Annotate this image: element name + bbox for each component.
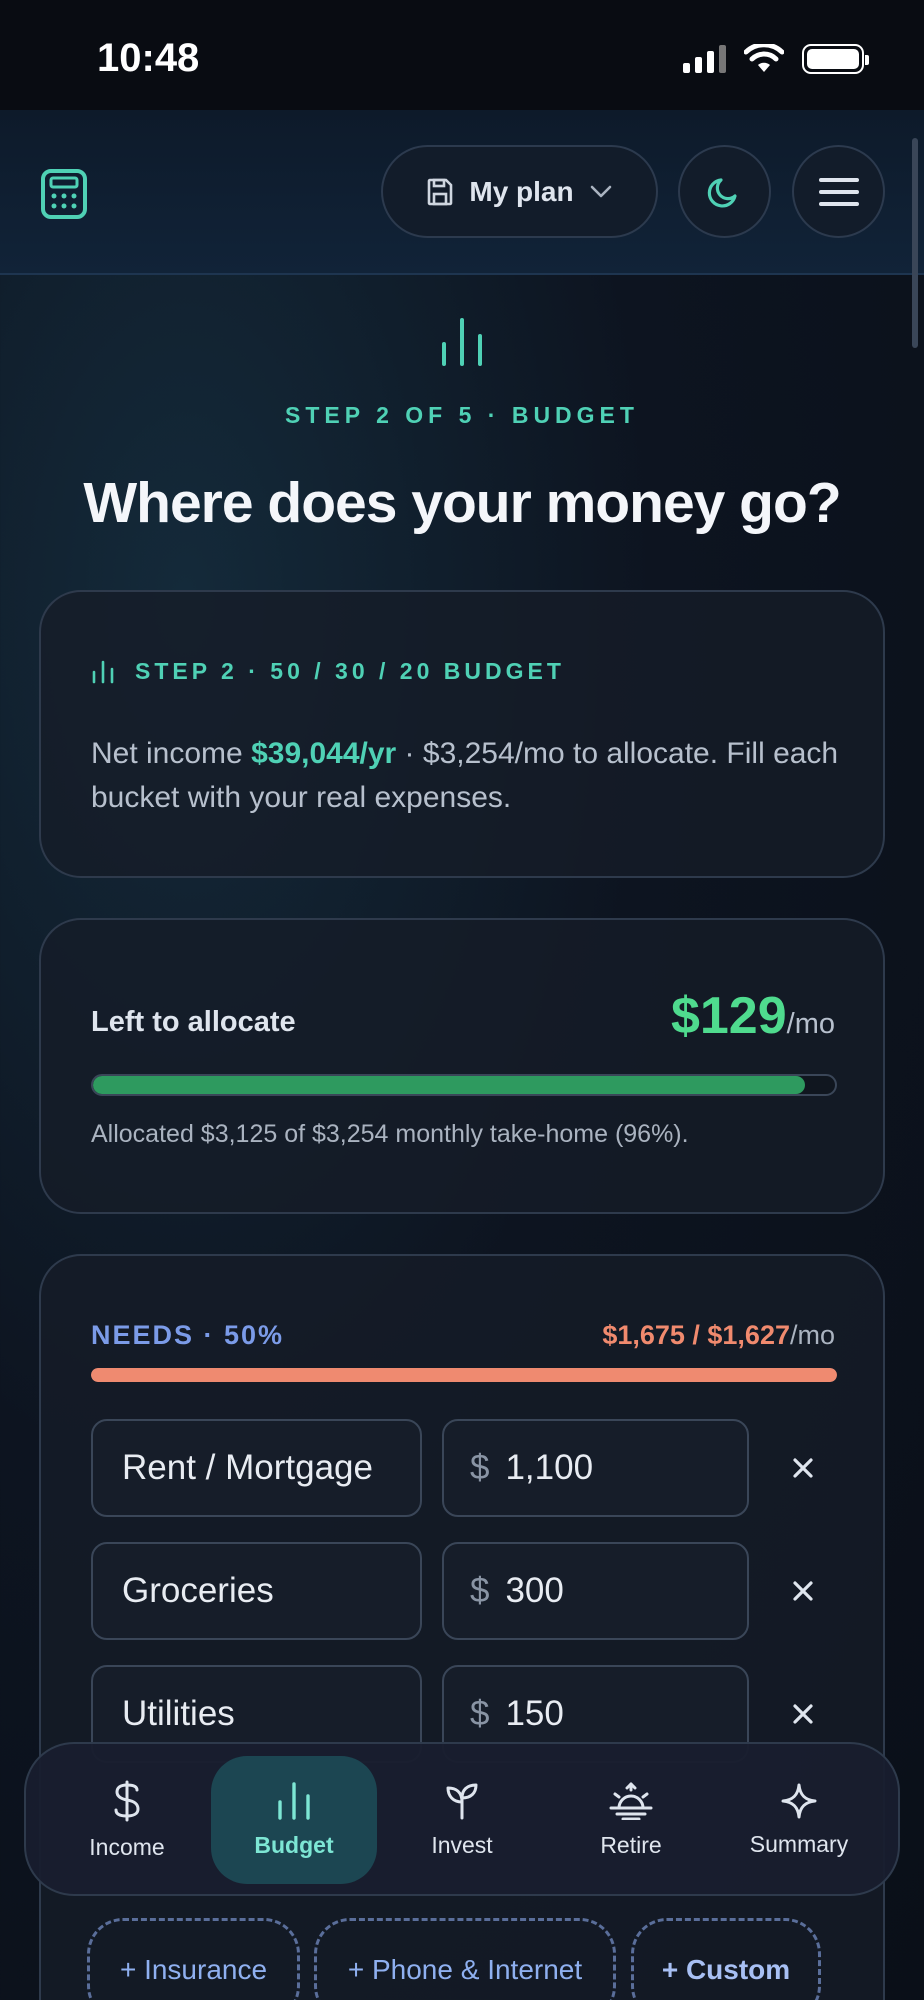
step-indicator: STEP 2 OF 5 · BUDGET (285, 402, 639, 428)
nav-tab-retire[interactable]: Retire (548, 1756, 714, 1884)
net-income-value: $39,044/yr (251, 737, 397, 770)
moon-icon (707, 177, 737, 208)
needs-heading: NEEDS · 50% (91, 1320, 285, 1350)
nav-tab-summary[interactable]: Summary (716, 1756, 882, 1884)
nav-label: Retire (600, 1831, 662, 1858)
nav-tab-income[interactable]: Income (44, 1756, 210, 1884)
allocation-progress-fill (93, 1076, 806, 1094)
nav-tab-budget[interactable]: Budget (211, 1756, 377, 1884)
status-bar: 10:48 (0, 0, 924, 110)
plan-label: My plan (469, 175, 574, 207)
nav-tab-invest[interactable]: Invest (379, 1756, 545, 1884)
left-to-allocate-amount: $129 /mo (671, 986, 835, 1046)
scrollbar[interactable] (912, 138, 918, 348)
close-icon (793, 1581, 813, 1601)
intro-text: Net income $39,044/yr · $3,254/mo to all… (91, 732, 851, 820)
add-phone-internet-button[interactable]: + Phone & Internet (314, 1918, 616, 2000)
bar-chart-icon (442, 318, 482, 366)
chevron-down-icon (590, 185, 611, 197)
save-icon (428, 178, 453, 205)
sprout-icon (446, 1783, 478, 1819)
needs-progress-fill (91, 1368, 837, 1382)
currency-symbol: $ (470, 1571, 490, 1610)
intro-card: STEP 2 · 50 / 30 / 20 BUDGET Net income … (39, 590, 885, 878)
app-header: My plan (0, 110, 924, 275)
allocation-progress-bar (91, 1074, 837, 1096)
hamburger-menu-icon (818, 177, 859, 206)
expense-amount-value: 300 (505, 1571, 564, 1610)
expense-row: Rent / Mortgage $1,100 (91, 1419, 837, 1517)
currency-symbol: $ (470, 1448, 490, 1487)
sparkle-icon (781, 1783, 817, 1818)
page-title: Where does your money go? (83, 471, 841, 535)
cellular-signal-icon (683, 45, 726, 73)
allocation-card: Left to allocate $129 /mo Allocated $3,1… (39, 918, 885, 1214)
needs-progress-bar (91, 1368, 837, 1382)
expense-name-input[interactable]: Rent / Mortgage (91, 1419, 422, 1517)
nav-label: Budget (254, 1831, 334, 1858)
expense-amount-input[interactable]: $1,100 (442, 1419, 749, 1517)
status-time: 10:48 (97, 36, 200, 80)
bottom-navigation: Income Budget Invest Retire Summary (24, 1742, 900, 1896)
add-insurance-button[interactable]: + Insurance (87, 1918, 300, 2000)
allocation-amount-value: $129 (670, 987, 787, 1045)
bar-chart-icon (278, 1781, 310, 1820)
add-expense-chips: + Insurance + Phone & Internet + Custom (0, 1918, 924, 2000)
remove-expense-button[interactable] (781, 1692, 825, 1736)
battery-icon (802, 44, 869, 74)
needs-total: $1,675 / $1,627/mo (602, 1320, 835, 1351)
wifi-icon (744, 44, 784, 72)
plan-selector-button[interactable]: My plan (381, 145, 658, 238)
close-icon (793, 1458, 813, 1478)
intro-text-start: Net income (91, 737, 252, 770)
nav-label: Income (89, 1833, 165, 1860)
remove-expense-button[interactable] (781, 1569, 825, 1613)
expense-amount-input[interactable]: $300 (442, 1542, 749, 1640)
add-custom-button[interactable]: + Custom (631, 1918, 821, 2000)
theme-toggle-button[interactable] (678, 145, 771, 238)
allocation-caption: Allocated $3,125 of $3,254 monthly take-… (91, 1120, 689, 1148)
menu-button[interactable] (792, 145, 885, 238)
expense-amount-value: 150 (505, 1694, 564, 1733)
expense-amount-value: 1,100 (505, 1448, 594, 1487)
nav-label: Summary (749, 1830, 849, 1857)
dollar-icon (114, 1780, 140, 1821)
bar-chart-icon (92, 660, 114, 683)
close-icon (793, 1704, 813, 1724)
intro-heading-text: STEP 2 · 50 / 30 / 20 BUDGET (135, 658, 565, 684)
expense-row: Groceries $300 (91, 1542, 837, 1640)
status-icons (683, 44, 869, 74)
calculator-icon[interactable] (40, 168, 88, 220)
allocation-amount-unit: /mo (786, 1008, 835, 1040)
remove-expense-button[interactable] (781, 1446, 825, 1490)
sunset-icon (609, 1782, 653, 1820)
needs-total-unit: /mo (789, 1320, 835, 1350)
currency-symbol: $ (470, 1694, 490, 1733)
nav-label: Invest (431, 1831, 493, 1858)
intro-heading: STEP 2 · 50 / 30 / 20 BUDGET (91, 658, 565, 685)
expense-name-input[interactable]: Groceries (91, 1542, 422, 1640)
left-to-allocate-label: Left to allocate (91, 1006, 296, 1038)
needs-total-value: $1,675 / $1,627 (602, 1320, 790, 1350)
